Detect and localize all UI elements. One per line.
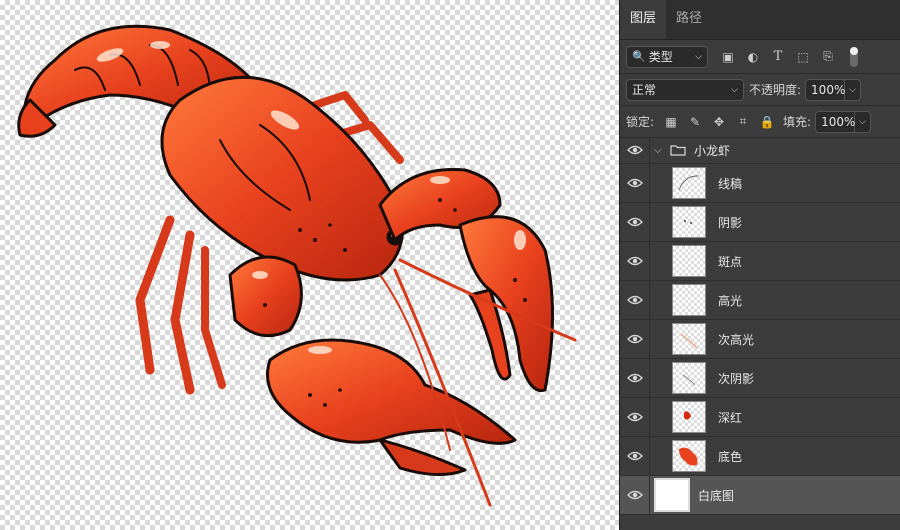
opacity-label: 不透明度:	[749, 83, 802, 97]
layer-thumbnail	[672, 167, 706, 199]
layer-name: 底色	[718, 449, 743, 464]
fill-input[interactable]: 100%	[815, 110, 855, 133]
layer-group[interactable]: ⌵ 小龙虾	[620, 136, 900, 164]
layer-row[interactable]: 斑点	[620, 241, 900, 281]
layer-thumbnail	[654, 478, 690, 512]
layer-row[interactable]: 线稿	[620, 163, 900, 203]
opacity-dropdown-button[interactable]: ⌵	[845, 78, 862, 101]
visibility-eye-icon[interactable]	[620, 241, 650, 281]
layer-name: 白底图	[698, 488, 735, 503]
filter-pixel-icon[interactable]: ▣	[721, 50, 735, 64]
visibility-eye-icon[interactable]	[620, 319, 650, 359]
visibility-eye-icon[interactable]	[620, 163, 650, 203]
group-name: 小龙虾	[694, 143, 731, 158]
layers-panel: 图层 路径 🔍 类型 ⌵ ▣ ◐ T ⬚ ⎘ 正常 ⌵ 不透明度: 100% ⌵…	[619, 0, 900, 530]
lock-position-move-icon[interactable]: ✥	[712, 115, 726, 129]
tab-layers[interactable]: 图层	[620, 0, 667, 39]
blend-mode-value: 正常	[632, 83, 657, 97]
visibility-eye-icon[interactable]	[620, 202, 650, 242]
visibility-eye-icon[interactable]	[620, 280, 650, 320]
layer-name: 次阴影	[718, 371, 755, 386]
visibility-eye-icon[interactable]	[620, 358, 650, 398]
layer-name: 高光	[718, 293, 743, 308]
layer-thumbnail	[672, 362, 706, 394]
chevron-down-icon: ⌵	[849, 84, 856, 95]
layer-row[interactable]: 次阴影	[620, 358, 900, 398]
tab-paths[interactable]: 路径	[666, 0, 712, 39]
layer-name: 深红	[718, 410, 743, 425]
layer-row-background[interactable]: 白底图	[620, 475, 900, 515]
chevron-down-icon: ⌵	[695, 51, 702, 62]
lobster-artwork	[17, 24, 577, 507]
layer-row[interactable]: 深红	[620, 397, 900, 437]
layer-name: 阴影	[718, 215, 743, 230]
document-canvas[interactable]	[0, 0, 619, 530]
chevron-down-icon: ⌵	[859, 116, 866, 127]
layer-thumbnail	[672, 245, 706, 277]
lock-all-icon[interactable]: 🔒	[760, 115, 775, 129]
filter-toggle[interactable]	[850, 46, 858, 67]
layer-name: 斑点	[718, 254, 743, 269]
lock-label: 锁定:	[626, 115, 655, 129]
lock-image-brush-icon[interactable]: ✎	[688, 115, 702, 129]
chevron-down-icon[interactable]: ⌵	[654, 145, 666, 156]
lock-transparency-icon[interactable]: ▦	[664, 115, 678, 129]
layer-thumbnail	[672, 284, 706, 316]
layer-thumbnail	[672, 440, 706, 472]
layer-thumbnail	[672, 206, 706, 238]
blend-row: 正常 ⌵ 不透明度: 100% ⌵	[620, 74, 900, 106]
visibility-eye-icon[interactable]	[620, 397, 650, 437]
layer-row[interactable]: 阴影	[620, 202, 900, 242]
layer-row[interactable]: 次高光	[620, 319, 900, 359]
search-icon: 🔍	[632, 50, 646, 63]
opacity-input[interactable]: 100%	[805, 78, 845, 101]
visibility-eye-icon[interactable]	[620, 436, 650, 476]
folder-icon	[670, 145, 686, 156]
fill-label: 填充:	[783, 115, 812, 129]
layer-row[interactable]: 底色	[620, 436, 900, 476]
filter-adjustment-icon[interactable]: ◐	[746, 50, 760, 64]
layers-list: ⌵ 小龙虾 线稿 阴影 斑点 高光 次高光 次阴影 深红 底色 白底图	[620, 136, 900, 515]
lock-artboard-icon[interactable]: ⌗	[736, 114, 750, 129]
lock-row: 锁定: ▦ ✎ ✥ ⌗ 🔒 填充: 100% ⌵	[620, 106, 900, 138]
filter-type-icon[interactable]: T	[771, 49, 785, 64]
layer-row[interactable]: 高光	[620, 280, 900, 320]
visibility-eye-icon[interactable]	[620, 475, 650, 515]
layer-filter-row: 🔍 类型 ⌵ ▣ ◐ T ⬚ ⎘	[620, 40, 900, 74]
fill-dropdown-button[interactable]: ⌵	[855, 110, 872, 133]
layer-thumbnail	[672, 401, 706, 433]
panel-tab-bar: 图层 路径	[620, 0, 900, 40]
layer-name: 线稿	[718, 176, 743, 191]
layer-kind-filter[interactable]: 🔍 类型 ⌵	[626, 45, 708, 68]
filter-smart-object-icon[interactable]: ⎘	[821, 49, 835, 64]
layer-name: 次高光	[718, 332, 755, 347]
blend-mode-select[interactable]: 正常 ⌵	[626, 78, 744, 101]
visibility-eye-icon[interactable]	[620, 136, 650, 164]
chevron-down-icon: ⌵	[731, 84, 738, 95]
filter-shape-icon[interactable]: ⬚	[796, 50, 810, 64]
layer-thumbnail	[672, 323, 706, 355]
layer-kind-label: 类型	[648, 50, 673, 64]
